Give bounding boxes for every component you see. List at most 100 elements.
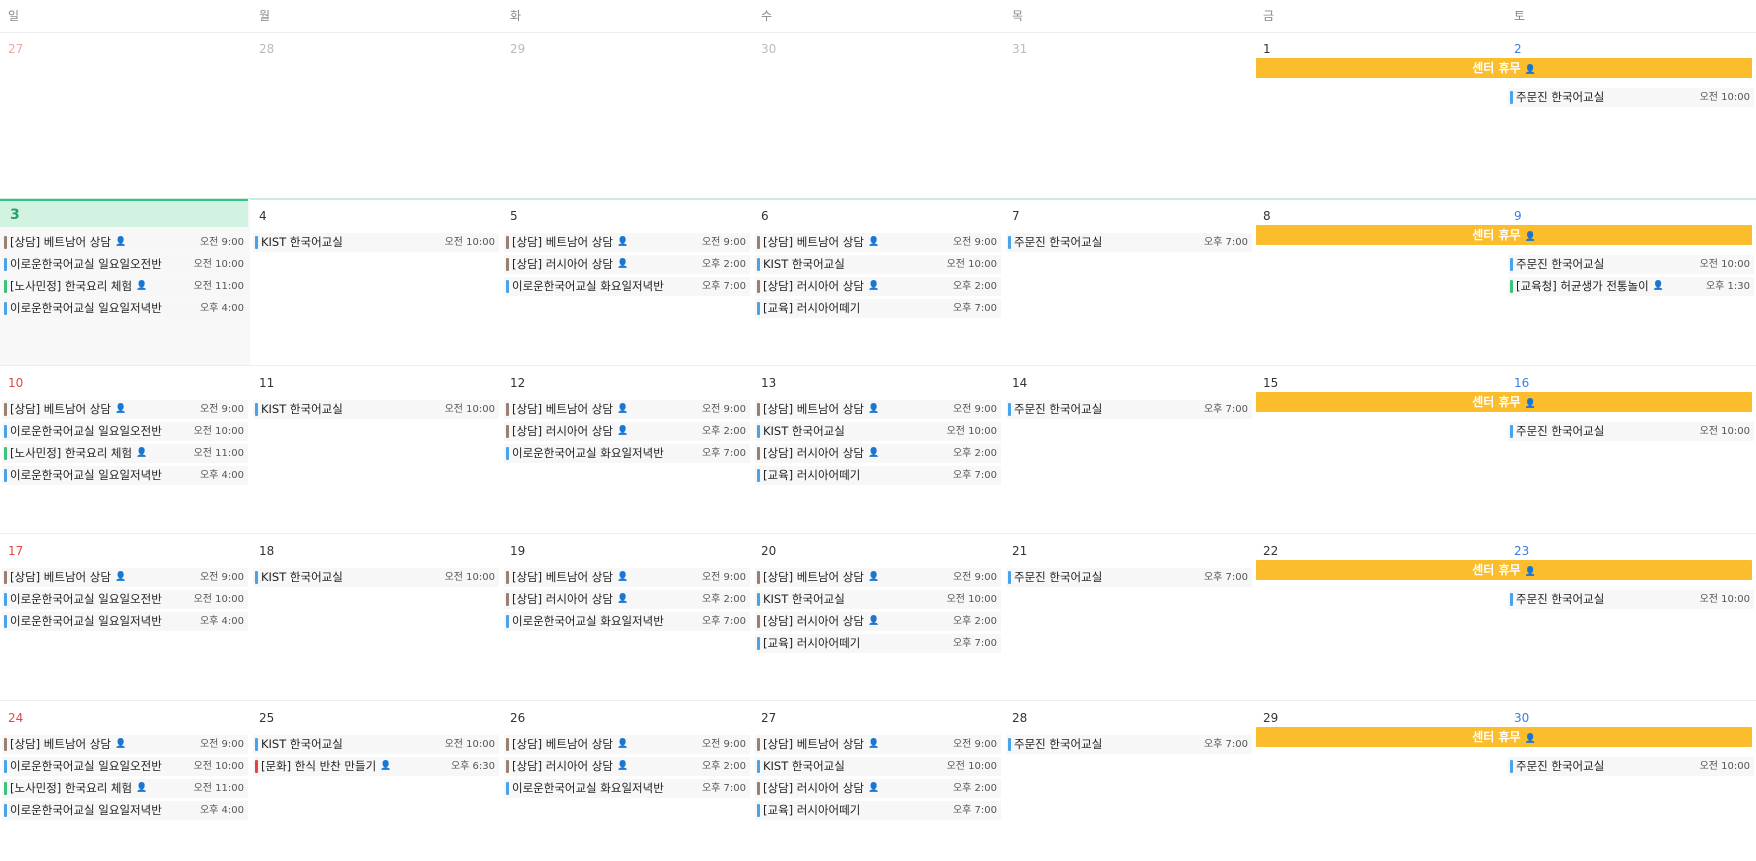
event-item[interactable]: [교육] 러시아어떼기 오후 7:00 [755,634,1001,653]
date-number[interactable]: 31 [1012,40,1027,58]
day-cell[interactable]: 5 [상담] 베트남어 상담 👤 오전 9:00 [상담] 러시아어 상담 👤 오후 2:0… [502,199,752,366]
date-number[interactable]: 15 [1263,374,1278,392]
date-number[interactable]: 18 [259,542,274,560]
event-item[interactable]: [상담] 베트남어 상담 👤 오전 9:00 [504,735,750,754]
event-item[interactable]: KIST 한국어교실 오전 10:00 [755,255,1001,274]
event-item[interactable]: [교육] 러시아어떼기 오후 7:00 [755,299,1001,318]
event-item[interactable]: KIST 한국어교실 오전 10:00 [755,422,1001,441]
event-item[interactable]: 주문진 한국어교실 오후 7:00 [1006,233,1252,252]
event-item[interactable]: [상담] 베트남어 상담 👤 오전 9:00 [504,400,750,419]
date-number[interactable]: 30 [1514,709,1529,727]
event-item[interactable]: [상담] 베트남어 상담 👤 오전 9:00 [2,735,248,754]
date-number[interactable]: 12 [510,374,525,392]
event-item[interactable]: [상담] 베트남어 상담 👤 오전 9:00 [504,233,750,252]
all-day-event[interactable]: 센터 휴무 👤 [1256,392,1752,412]
event-item[interactable]: KIST 한국어교실 오전 10:00 [253,568,499,587]
day-cell[interactable]: 27 [상담] 베트남어 상담 👤 오전 9:00 KIST 한국어교실 오전 10:00… [753,701,1003,861]
event-item[interactable]: 주문진 한국어교실 오후 7:00 [1006,568,1252,587]
event-item[interactable]: KIST 한국어교실 오전 10:00 [755,757,1001,776]
event-item[interactable]: [상담] 러시아어 상담 👤 오후 2:00 [504,757,750,776]
day-cell[interactable]: 4 KIST 한국어교실 오전 10:00 [251,199,501,366]
all-day-event[interactable]: 센터 휴무 👤 [1256,225,1752,245]
date-number[interactable]: 1 [1263,40,1271,58]
date-number[interactable]: 21 [1012,542,1027,560]
day-cell[interactable]: 26 [상담] 베트남어 상담 👤 오전 9:00 [상담] 러시아어 상담 👤 오후 2:… [502,701,752,861]
all-day-event[interactable]: 센터 휴무 👤 [1256,727,1752,747]
event-item[interactable]: 주문진 한국어교실 오전 10:00 [1508,757,1754,776]
event-item[interactable]: [교육] 러시아어떼기 오후 7:00 [755,801,1001,820]
date-number[interactable]: 28 [1012,709,1027,727]
day-cell[interactable]: 29 [1255,701,1505,861]
event-item[interactable]: 이로운한국어교실 일요일오전반 오전 10:00 [2,422,248,441]
day-cell[interactable]: 3 [상담] 베트남어 상담 👤 오전 9:00 이로운한국어교실 일요일오전반 오전 1… [0,199,250,366]
event-item[interactable]: KIST 한국어교실 오전 10:00 [253,400,499,419]
event-item[interactable]: [교육청] 허균생가 전통놀이 👤 오후 1:30 [1508,277,1754,296]
event-item[interactable]: [상담] 러시아어 상담 👤 오후 2:00 [504,422,750,441]
event-item[interactable]: 이로운한국어교실 화요일저녁반 오후 7:00 [504,779,750,798]
date-number[interactable]: 29 [1263,709,1278,727]
event-item[interactable]: 주문진 한국어교실 오전 10:00 [1508,88,1754,107]
date-number[interactable]: 11 [259,374,274,392]
date-number[interactable]: 4 [259,207,267,225]
event-item[interactable]: 주문진 한국어교실 오전 10:00 [1508,590,1754,609]
day-cell[interactable]: 28 [251,32,501,199]
event-item[interactable]: [상담] 베트남어 상담 👤 오전 9:00 [2,568,248,587]
event-item[interactable]: [상담] 베트남어 상담 👤 오전 9:00 [2,400,248,419]
event-item[interactable]: 이로운한국어교실 일요일오전반 오전 10:00 [2,590,248,609]
today-date-number[interactable]: 3 [10,205,20,225]
event-item[interactable]: 주문진 한국어교실 오후 7:00 [1006,400,1252,419]
event-item[interactable]: [상담] 러시아어 상담 👤 오후 2:00 [504,255,750,274]
date-number[interactable]: 10 [8,374,23,392]
event-item[interactable]: 주문진 한국어교실 오전 10:00 [1508,255,1754,274]
event-item[interactable]: [노사민정] 한국요리 체험 👤 오전 11:00 [2,277,248,296]
date-number[interactable]: 14 [1012,374,1027,392]
day-cell[interactable]: 17 [상담] 베트남어 상담 👤 오전 9:00 이로운한국어교실 일요일오전반 오전 … [0,534,250,701]
event-item[interactable]: [상담] 베트남어 상담 👤 오전 9:00 [504,568,750,587]
event-item[interactable]: [노사민정] 한국요리 체험 👤 오전 11:00 [2,779,248,798]
date-number[interactable]: 19 [510,542,525,560]
day-cell[interactable]: 27 [0,32,250,199]
event-item[interactable]: [상담] 베트남어 상담 👤 오전 9:00 [755,233,1001,252]
day-cell[interactable]: 29 [502,32,752,199]
event-item[interactable]: 이로운한국어교실 화요일저녁반 오후 7:00 [504,277,750,296]
day-cell[interactable]: 11 KIST 한국어교실 오전 10:00 [251,366,501,534]
day-cell[interactable]: 20 [상담] 베트남어 상담 👤 오전 9:00 KIST 한국어교실 오전 10:00… [753,534,1003,701]
date-number[interactable]: 7 [1012,207,1020,225]
date-number[interactable]: 8 [1263,207,1271,225]
date-number[interactable]: 23 [1514,542,1529,560]
day-cell[interactable]: 6 [상담] 베트남어 상담 👤 오전 9:00 KIST 한국어교실 오전 10:00[… [753,199,1003,366]
event-item[interactable]: 이로운한국어교실 일요일저녁반 오후 4:00 [2,299,248,318]
date-number[interactable]: 24 [8,709,23,727]
event-item[interactable]: 이로운한국어교실 일요일저녁반 오후 4:00 [2,612,248,631]
date-number[interactable]: 5 [510,207,518,225]
event-item[interactable]: [상담] 러시아어 상담 👤 오후 2:00 [755,444,1001,463]
day-cell[interactable]: 19 [상담] 베트남어 상담 👤 오전 9:00 [상담] 러시아어 상담 👤 오후 2:… [502,534,752,701]
date-number[interactable]: 2 [1514,40,1522,58]
event-item[interactable]: 이로운한국어교실 일요일저녁반 오후 4:00 [2,466,248,485]
event-item[interactable]: [상담] 베트남어 상담 👤 오전 9:00 [755,400,1001,419]
event-item[interactable]: 이로운한국어교실 화요일저녁반 오후 7:00 [504,444,750,463]
all-day-event[interactable]: 센터 휴무 👤 [1256,58,1752,78]
event-item[interactable]: KIST 한국어교실 오전 10:00 [253,735,499,754]
event-item[interactable]: 이로운한국어교실 화요일저녁반 오후 7:00 [504,612,750,631]
day-cell[interactable]: 21 주문진 한국어교실 오후 7:00 [1004,534,1254,701]
event-item[interactable]: [상담] 러시아어 상담 👤 오후 2:00 [755,779,1001,798]
event-item[interactable]: 이로운한국어교실 일요일저녁반 오후 4:00 [2,801,248,820]
event-item[interactable]: [상담] 러시아어 상담 👤 오후 2:00 [755,612,1001,631]
date-number[interactable]: 28 [259,40,274,58]
day-cell[interactable]: 28 주문진 한국어교실 오후 7:00 [1004,701,1254,861]
date-number[interactable]: 27 [761,709,776,727]
day-cell[interactable]: 24 [상담] 베트남어 상담 👤 오전 9:00 이로운한국어교실 일요일오전반 오전 … [0,701,250,861]
day-cell[interactable]: 10 [상담] 베트남어 상담 👤 오전 9:00 이로운한국어교실 일요일오전반 오전 … [0,366,250,534]
day-cell[interactable]: 7 주문진 한국어교실 오후 7:00 [1004,199,1254,366]
date-number[interactable]: 22 [1263,542,1278,560]
date-number[interactable]: 20 [761,542,776,560]
date-number[interactable]: 9 [1514,207,1522,225]
day-cell[interactable]: 25 KIST 한국어교실 오전 10:00 [문화] 한식 반찬 만들기 👤 오후 6:… [251,701,501,861]
event-item[interactable]: [상담] 러시아어 상담 👤 오후 2:00 [755,277,1001,296]
event-item[interactable]: [상담] 베트남어 상담 👤 오전 9:00 [2,233,248,252]
event-item[interactable]: [상담] 베트남어 상담 👤 오전 9:00 [755,735,1001,754]
date-number[interactable]: 16 [1514,374,1529,392]
day-cell[interactable]: 30 주문진 한국어교실 오전 10:00 [1506,701,1756,861]
day-cell[interactable]: 13 [상담] 베트남어 상담 👤 오전 9:00 KIST 한국어교실 오전 10:00… [753,366,1003,534]
